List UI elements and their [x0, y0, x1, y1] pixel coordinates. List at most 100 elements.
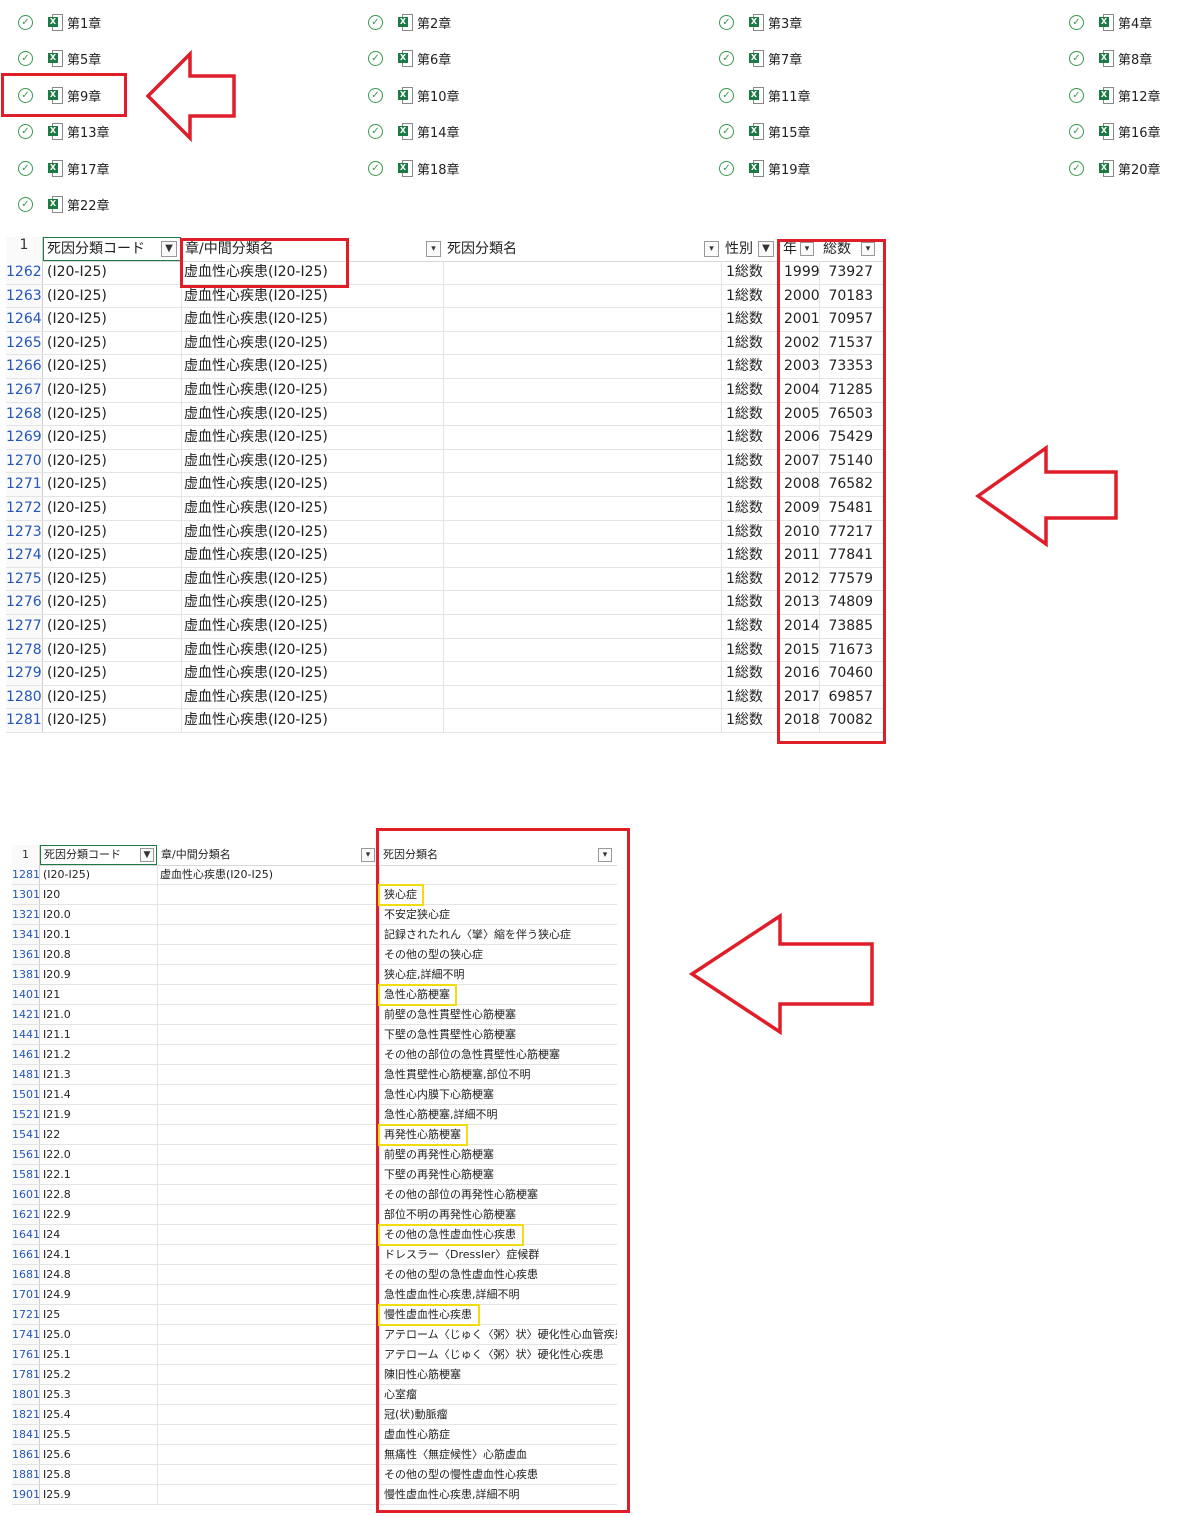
- cell-chapter[interactable]: [157, 1285, 379, 1304]
- cell-name[interactable]: アテローム〈じゅく〈粥〉状〉硬化性心血管疾患: [379, 1325, 617, 1344]
- cell-chapter[interactable]: 虚血性心疾患(I20-I25): [181, 473, 443, 496]
- file-item[interactable]: ✓ X 第18章: [368, 156, 460, 180]
- cell-name[interactable]: [443, 261, 721, 284]
- dropdown-arrow-icon[interactable]: ▾: [361, 848, 375, 862]
- cell-chapter[interactable]: [157, 1345, 379, 1364]
- cell-chapter[interactable]: 虚血性心疾患(I20-I25): [181, 261, 443, 284]
- cell-total[interactable]: 74809: [819, 591, 875, 614]
- file-item[interactable]: ✓ X 第9章: [18, 83, 101, 107]
- cell-name[interactable]: その他の部位の再発性心筋梗塞: [379, 1185, 617, 1204]
- cell-sex[interactable]: 1総数: [721, 497, 779, 520]
- cell-year[interactable]: 2005: [779, 402, 819, 426]
- cell-code[interactable]: I25: [40, 1305, 157, 1324]
- cell-chapter[interactable]: [157, 1185, 379, 1204]
- row-number[interactable]: 1721: [12, 1305, 40, 1324]
- file-item[interactable]: ✓ X 第11章: [719, 83, 811, 107]
- cell-sex[interactable]: 1総数: [721, 331, 779, 355]
- cell-name[interactable]: 狭心症,詳細不明: [379, 965, 617, 984]
- cell-year[interactable]: 2011: [779, 544, 819, 567]
- cell-total[interactable]: 75481: [819, 497, 875, 520]
- cell-year[interactable]: 1999: [779, 261, 819, 284]
- cell-year[interactable]: 2002: [779, 331, 819, 355]
- cell-code[interactable]: I21.9: [40, 1105, 157, 1124]
- row-number[interactable]: 1301: [12, 885, 40, 904]
- cell-total[interactable]: 77841: [819, 544, 875, 567]
- file-item[interactable]: ✓ X 第20章: [1069, 156, 1161, 180]
- row-number[interactable]: 1262: [6, 261, 43, 284]
- dropdown-arrow-icon[interactable]: ▾: [800, 242, 814, 256]
- cell-chapter[interactable]: 虚血性心疾患(I20-I25): [157, 865, 379, 884]
- cell-chapter[interactable]: 虚血性心疾患(I20-I25): [181, 615, 443, 638]
- cell-year[interactable]: 2014: [779, 615, 819, 638]
- row-number[interactable]: 1276: [6, 591, 43, 614]
- row-number[interactable]: 1274: [6, 544, 43, 567]
- cell-year[interactable]: 2010: [779, 520, 819, 544]
- cell-code[interactable]: I20.0: [40, 905, 157, 924]
- cell-name[interactable]: 慢性虚血性心疾患: [379, 1305, 617, 1324]
- filter-icon[interactable]: ▼: [758, 241, 774, 257]
- cell-chapter[interactable]: [157, 1125, 379, 1144]
- cell-chapter[interactable]: 虚血性心疾患(I20-I25): [181, 426, 443, 449]
- file-item[interactable]: ✓ X 第15章: [719, 119, 811, 143]
- cell-chapter[interactable]: [157, 1325, 379, 1344]
- cell-year[interactable]: 2007: [779, 449, 819, 473]
- cell-code[interactable]: I25.2: [40, 1365, 157, 1384]
- cell-total[interactable]: 70183: [819, 284, 875, 308]
- header-chapter[interactable]: 章/中間分類名: [181, 237, 443, 261]
- cell-chapter[interactable]: 虚血性心疾患(I20-I25): [181, 308, 443, 331]
- cell-name[interactable]: アテローム〈じゅく〈粥〉状〉硬化性心疾患: [379, 1345, 617, 1364]
- cell-name[interactable]: [443, 709, 721, 732]
- cell-name[interactable]: 冠(状)動脈瘤: [379, 1405, 617, 1424]
- cell-code[interactable]: (I20-I25): [40, 865, 157, 884]
- cell-chapter[interactable]: [157, 1145, 379, 1164]
- cell-name[interactable]: 前壁の再発性心筋梗塞: [379, 1145, 617, 1164]
- file-item[interactable]: ✓ X 第17章: [18, 156, 110, 180]
- cell-chapter[interactable]: 虚血性心疾患(I20-I25): [181, 685, 443, 709]
- row-number[interactable]: 1267: [6, 379, 43, 402]
- cell-total[interactable]: 73885: [819, 615, 875, 638]
- cell-name[interactable]: [443, 402, 721, 426]
- file-item[interactable]: ✓ X 第22章: [18, 192, 110, 216]
- cell-code[interactable]: I22.0: [40, 1145, 157, 1164]
- cell-code[interactable]: (I20-I25): [43, 544, 181, 567]
- cell-sex[interactable]: 1総数: [721, 449, 779, 473]
- dropdown-arrow-icon[interactable]: ▾: [861, 242, 875, 256]
- cell-chapter[interactable]: [157, 1365, 379, 1384]
- cell-code[interactable]: I22: [40, 1125, 157, 1144]
- cell-total[interactable]: 77217: [819, 520, 875, 544]
- cell-name[interactable]: [443, 662, 721, 685]
- cell-name[interactable]: その他の型の慢性虚血性心疾患: [379, 1465, 617, 1484]
- cell-code[interactable]: I22.9: [40, 1205, 157, 1224]
- cell-code[interactable]: I21.0: [40, 1005, 157, 1024]
- cell-total[interactable]: 71537: [819, 331, 875, 355]
- cell-code[interactable]: (I20-I25): [43, 568, 181, 591]
- file-item[interactable]: ✓ X 第4章: [1069, 10, 1152, 34]
- cell-code[interactable]: I21.1: [40, 1025, 157, 1044]
- cell-chapter[interactable]: [157, 1445, 379, 1464]
- cell-year[interactable]: 2009: [779, 497, 819, 520]
- row-number[interactable]: 1601: [12, 1185, 40, 1204]
- row-number[interactable]: 1481: [12, 1065, 40, 1084]
- row-number[interactable]: 1381: [12, 965, 40, 984]
- row-number[interactable]: 1275: [6, 567, 43, 591]
- row-number[interactable]: 1561: [12, 1145, 40, 1164]
- cell-chapter[interactable]: 虚血性心疾患(I20-I25): [181, 284, 443, 308]
- cell-code[interactable]: I24: [40, 1225, 157, 1244]
- cell-sex[interactable]: 1総数: [721, 355, 779, 378]
- cell-total[interactable]: 75429: [819, 426, 875, 449]
- cell-name[interactable]: [443, 638, 721, 662]
- cell-total[interactable]: 69857: [819, 685, 875, 709]
- file-item[interactable]: ✓ X 第16章: [1069, 119, 1161, 143]
- cell-chapter[interactable]: 虚血性心疾患(I20-I25): [181, 544, 443, 567]
- file-item[interactable]: ✓ X 第19章: [719, 156, 811, 180]
- cell-chapter[interactable]: [157, 965, 379, 984]
- cell-code[interactable]: I22.8: [40, 1185, 157, 1204]
- cell-name[interactable]: [443, 497, 721, 520]
- cell-name[interactable]: 狭心症: [379, 885, 617, 904]
- cell-code[interactable]: (I20-I25): [43, 709, 181, 732]
- cell-sex[interactable]: 1総数: [721, 284, 779, 308]
- cell-name[interactable]: [379, 865, 617, 884]
- cell-chapter[interactable]: 虚血性心疾患(I20-I25): [181, 355, 443, 378]
- cell-name[interactable]: ドレスラー〈Dressler〉症候群: [379, 1245, 617, 1264]
- cell-total[interactable]: 71673: [819, 638, 875, 662]
